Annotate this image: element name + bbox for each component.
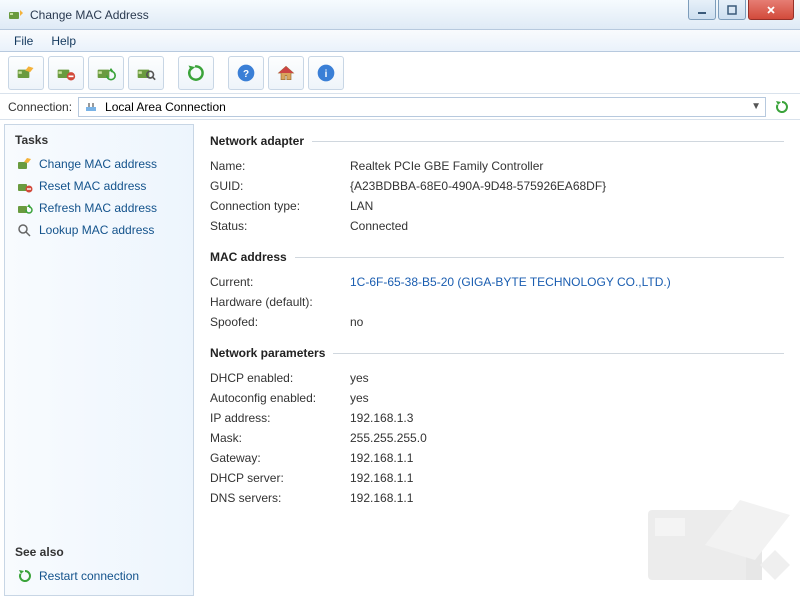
toolbar-help[interactable]: ? bbox=[228, 56, 264, 90]
toolbar-home[interactable] bbox=[268, 56, 304, 90]
restart-icon bbox=[17, 568, 33, 584]
maximize-button[interactable] bbox=[718, 0, 746, 20]
adapter-status-val: Connected bbox=[350, 219, 408, 233]
sidebar: Tasks Change MAC address Reset MAC addre… bbox=[4, 124, 194, 596]
toolbar-refresh-mac[interactable] bbox=[88, 56, 124, 90]
toolbar-change-mac[interactable] bbox=[8, 56, 44, 90]
change-mac-icon bbox=[17, 156, 33, 172]
task-lookup-mac[interactable]: Lookup MAC address bbox=[15, 219, 183, 241]
adapter-guid-key: GUID: bbox=[210, 179, 350, 193]
net-dns-key: DNS servers: bbox=[210, 491, 350, 505]
menubar: File Help bbox=[0, 30, 800, 52]
adapter-conn-key: Connection type: bbox=[210, 199, 350, 213]
task-label: Reset MAC address bbox=[39, 179, 146, 193]
mac-hw-key: Hardware (default): bbox=[210, 295, 350, 309]
net-gw-key: Gateway: bbox=[210, 451, 350, 465]
network-adapter-icon bbox=[83, 97, 99, 116]
section-network-parameters: Network parameters DHCP enabled:yes Auto… bbox=[210, 346, 784, 508]
toolbar-reset-mac[interactable] bbox=[48, 56, 84, 90]
task-label: Refresh MAC address bbox=[39, 201, 157, 215]
net-dhcpsrv-val: 192.168.1.1 bbox=[350, 471, 413, 485]
adapter-conn-val: LAN bbox=[350, 199, 373, 213]
svg-text:i: i bbox=[325, 69, 328, 80]
net-ip-val: 192.168.1.3 bbox=[350, 411, 413, 425]
adapter-status-key: Status: bbox=[210, 219, 350, 233]
window-controls bbox=[688, 0, 794, 20]
mac-current-key: Current: bbox=[210, 275, 350, 289]
toolbar-about[interactable]: i bbox=[308, 56, 344, 90]
lookup-mac-icon bbox=[17, 222, 33, 238]
connection-label: Connection: bbox=[8, 100, 72, 114]
main: Tasks Change MAC address Reset MAC addre… bbox=[0, 120, 800, 600]
net-auto-key: Autoconfig enabled: bbox=[210, 391, 350, 405]
toolbar: ? i bbox=[0, 52, 800, 94]
section-title: Network adapter bbox=[210, 134, 304, 148]
task-label: Change MAC address bbox=[39, 157, 157, 171]
svg-text:?: ? bbox=[243, 69, 249, 80]
toolbar-lookup-mac[interactable] bbox=[128, 56, 164, 90]
refresh-mac-icon bbox=[17, 200, 33, 216]
task-label: Restart connection bbox=[39, 569, 139, 583]
net-mask-val: 255.255.255.0 bbox=[350, 431, 427, 445]
tasks-heading: Tasks bbox=[15, 133, 183, 147]
window-title: Change MAC Address bbox=[30, 8, 688, 22]
net-auto-val: yes bbox=[350, 391, 369, 405]
task-label: Lookup MAC address bbox=[39, 223, 154, 237]
mac-current-val[interactable]: 1C-6F-65-38-B5-20 (GIGA-BYTE TECHNOLOGY … bbox=[350, 275, 671, 289]
net-mask-key: Mask: bbox=[210, 431, 350, 445]
menu-help[interactable]: Help bbox=[43, 32, 84, 50]
mac-spoof-key: Spoofed: bbox=[210, 315, 350, 329]
section-title: Network parameters bbox=[210, 346, 325, 360]
close-button[interactable] bbox=[748, 0, 794, 20]
net-gw-val: 192.168.1.1 bbox=[350, 451, 413, 465]
net-ip-key: IP address: bbox=[210, 411, 350, 425]
adapter-guid-val: {A23BDBBA-68E0-490A-9D48-575926EA68DF} bbox=[350, 179, 606, 193]
section-network-adapter: Network adapter Name:Realtek PCIe GBE Fa… bbox=[210, 134, 784, 236]
task-restart-connection[interactable]: Restart connection bbox=[15, 565, 183, 587]
section-title: MAC address bbox=[210, 250, 287, 264]
section-mac-address: MAC address Current:1C-6F-65-38-B5-20 (G… bbox=[210, 250, 784, 332]
net-dhcpsrv-key: DHCP server: bbox=[210, 471, 350, 485]
task-refresh-mac[interactable]: Refresh MAC address bbox=[15, 197, 183, 219]
connection-selected: Local Area Connection bbox=[105, 100, 226, 114]
connection-bar: Connection: Local Area Connection ▼ bbox=[0, 94, 800, 120]
connection-select[interactable]: Local Area Connection ▼ bbox=[78, 97, 766, 117]
task-change-mac[interactable]: Change MAC address bbox=[15, 153, 183, 175]
net-dhcp-key: DHCP enabled: bbox=[210, 371, 350, 385]
reset-mac-icon bbox=[17, 178, 33, 194]
chevron-down-icon: ▼ bbox=[751, 101, 761, 112]
net-dhcp-val: yes bbox=[350, 371, 369, 385]
content: Network adapter Name:Realtek PCIe GBE Fa… bbox=[194, 120, 800, 600]
titlebar: Change MAC Address bbox=[0, 0, 800, 30]
connection-refresh-button[interactable] bbox=[772, 97, 792, 117]
toolbar-refresh[interactable] bbox=[178, 56, 214, 90]
see-also-heading: See also bbox=[15, 545, 183, 559]
mac-spoof-val: no bbox=[350, 315, 363, 329]
menu-file[interactable]: File bbox=[6, 32, 41, 50]
adapter-name-val: Realtek PCIe GBE Family Controller bbox=[350, 159, 543, 173]
task-reset-mac[interactable]: Reset MAC address bbox=[15, 175, 183, 197]
minimize-button[interactable] bbox=[688, 0, 716, 20]
net-dns-val: 192.168.1.1 bbox=[350, 491, 413, 505]
app-icon bbox=[8, 7, 24, 23]
adapter-name-key: Name: bbox=[210, 159, 350, 173]
